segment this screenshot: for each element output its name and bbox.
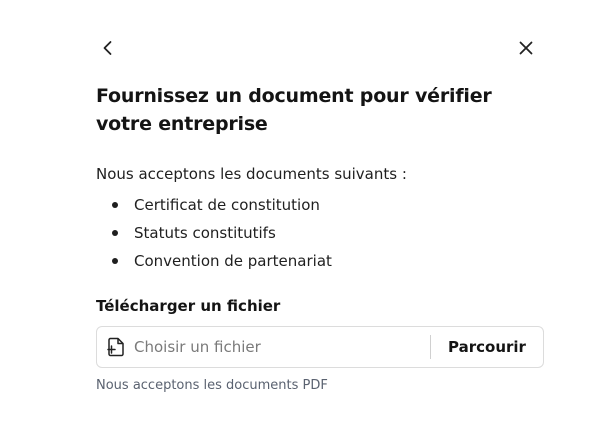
accepted-documents-list: Certificat de constitution Statuts const… (96, 191, 332, 275)
upload-label: Télécharger un fichier (96, 297, 281, 315)
close-icon (519, 41, 533, 55)
close-button[interactable] (514, 36, 538, 60)
file-upload-field[interactable]: Choisir un fichier Parcourir (96, 326, 544, 368)
bullet-icon (112, 258, 118, 264)
document-type-label: Certificat de constitution (134, 196, 320, 214)
document-type-label: Convention de partenariat (134, 252, 332, 270)
verify-business-dialog: Fournissez un document pour vérifier vot… (0, 0, 608, 440)
back-button[interactable] (96, 36, 120, 60)
browse-button[interactable]: Parcourir (431, 327, 543, 367)
list-item: Statuts constitutifs (96, 219, 332, 247)
accepted-documents-intro: Nous acceptons les documents suivants : (96, 165, 407, 183)
bullet-icon (112, 202, 118, 208)
bullet-icon (112, 230, 118, 236)
file-format-hint: Nous acceptons les documents PDF (96, 378, 328, 393)
file-plus-icon (106, 336, 126, 358)
file-input-placeholder[interactable]: Choisir un fichier (134, 338, 430, 356)
list-item: Certificat de constitution (96, 191, 332, 219)
dialog-title: Fournissez un document pour vérifier vot… (96, 85, 492, 135)
document-type-label: Statuts constitutifs (134, 224, 276, 242)
chevron-left-icon (103, 41, 112, 55)
list-item: Convention de partenariat (96, 247, 332, 275)
